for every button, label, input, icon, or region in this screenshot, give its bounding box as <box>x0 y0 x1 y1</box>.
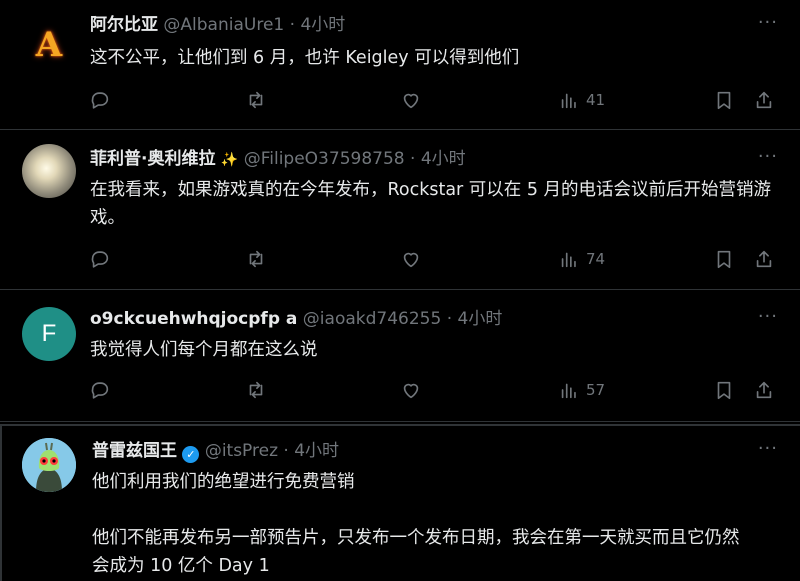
tweet-text: 这不公平，让他们到 6 月，也许 Keigley 可以得到他们 <box>90 48 520 68</box>
avatar-letter: F <box>41 320 57 347</box>
share-icon <box>756 250 772 268</box>
avatar[interactable]: A <box>22 18 76 72</box>
tweet-highlighted[interactable]: 普雷兹国王 ✓ @itsPrez · 4小时 ··· 他们利用我们的绝望进行免费… <box>0 424 800 581</box>
display-name[interactable]: 阿尔比亚 <box>90 15 158 35</box>
share-button[interactable] <box>753 88 775 112</box>
retweet-icon <box>249 91 263 109</box>
tweet-actions: 74 <box>0 247 800 271</box>
heart-icon <box>403 383 419 399</box>
views-icon <box>561 93 576 109</box>
sparkle-icon: ✨ <box>220 152 239 168</box>
share-icon <box>756 91 772 109</box>
display-name[interactable]: 普雷兹国王 <box>92 441 177 461</box>
heart-icon <box>403 252 419 268</box>
avatar-image <box>22 438 76 492</box>
tweet[interactable]: F o9ckcuehwhqjocpfp a @iaoakd746255 · 4小… <box>0 290 800 422</box>
views-icon <box>561 252 576 268</box>
timestamp[interactable]: 4小时 <box>421 149 466 169</box>
like-button[interactable] <box>400 247 422 271</box>
like-button[interactable] <box>400 378 422 402</box>
retweet-icon <box>249 250 263 268</box>
separator: · <box>283 441 289 461</box>
views-button[interactable]: 41 <box>558 88 605 112</box>
separator: · <box>410 149 416 169</box>
avatar-letter: A <box>35 25 63 65</box>
share-icon <box>756 381 772 399</box>
display-name[interactable]: 菲利普·奥利维拉 <box>90 149 215 169</box>
views-count: 57 <box>586 381 606 399</box>
tweet-header: 菲利普·奥利维拉 ✨ @FilipeO37598758 · 4小时 <box>90 148 466 171</box>
user-handle[interactable]: @FilipeO37598758 <box>244 149 405 169</box>
retweet-icon <box>249 381 263 399</box>
bookmark-icon <box>717 250 731 269</box>
user-handle[interactable]: @itsPrez <box>205 441 278 461</box>
retweet-button[interactable] <box>245 378 267 402</box>
more-icon[interactable]: ··· <box>758 146 778 167</box>
views-count: 74 <box>586 250 606 268</box>
display-name[interactable]: o9ckcuehwhqjocpfp a <box>90 309 297 329</box>
reply-button[interactable] <box>89 247 111 271</box>
tweet[interactable]: A 阿尔比亚 @AlbaniaUre1 · 4小时 ··· 这不公平，让他们到 … <box>0 0 800 130</box>
timestamp[interactable]: 4小时 <box>300 15 345 35</box>
bookmark-icon <box>717 91 731 110</box>
heart-icon <box>403 93 419 109</box>
tweet-actions: 41 <box>0 88 800 112</box>
separator: · <box>289 15 296 35</box>
separator: · <box>446 309 453 329</box>
tweet-header: 普雷兹国王 ✓ @itsPrez · 4小时 <box>92 440 339 463</box>
tweet-text: 在我看来，如果游戏真的在今年发布，Rockstar 可以在 5 月的电话会议前后… <box>90 180 772 228</box>
more-icon[interactable]: ··· <box>758 12 778 33</box>
reply-button[interactable] <box>89 378 111 402</box>
verified-badge-icon: ✓ <box>182 446 200 463</box>
share-button[interactable] <box>753 247 775 271</box>
reply-icon <box>91 251 109 268</box>
timestamp[interactable]: 4小时 <box>458 309 503 329</box>
timestamp[interactable]: 4小时 <box>294 441 339 461</box>
views-button[interactable]: 74 <box>558 247 605 271</box>
bookmark-button[interactable] <box>713 247 735 271</box>
reply-icon <box>91 382 109 399</box>
avatar[interactable] <box>22 438 76 492</box>
views-icon <box>561 383 576 399</box>
user-handle[interactable]: @AlbaniaUre1 <box>163 15 284 35</box>
more-icon[interactable]: ··· <box>758 438 778 459</box>
user-handle[interactable]: @iaoakd746255 <box>303 309 442 329</box>
share-button[interactable] <box>753 378 775 402</box>
tweet-text: 他们利用我们的绝望进行免费营销 他们不能再发布另一部预告片，只发布一个发布日期，… <box>92 472 740 576</box>
tweet-text: 我觉得人们每个月都在这么说 <box>90 340 318 360</box>
bookmark-icon <box>717 381 731 400</box>
views-button[interactable]: 57 <box>558 378 605 402</box>
tweet-header: 阿尔比亚 @AlbaniaUre1 · 4小时 <box>90 14 345 36</box>
retweet-button[interactable] <box>245 247 267 271</box>
bookmark-button[interactable] <box>713 378 735 402</box>
bookmark-button[interactable] <box>713 88 735 112</box>
reply-button[interactable] <box>89 88 111 112</box>
tweet-header: o9ckcuehwhqjocpfp a @iaoakd746255 · 4小时 <box>90 308 502 330</box>
avatar[interactable]: F <box>22 307 76 361</box>
retweet-button[interactable] <box>245 88 267 112</box>
tweet[interactable]: 菲利普·奥利维拉 ✨ @FilipeO37598758 · 4小时 ··· 在我… <box>0 130 800 290</box>
views-count: 41 <box>586 91 606 109</box>
more-icon[interactable]: ··· <box>758 306 778 327</box>
avatar[interactable] <box>22 144 76 198</box>
tweet-actions: 57 <box>0 378 800 402</box>
reply-icon <box>91 92 109 109</box>
like-button[interactable] <box>400 88 422 112</box>
